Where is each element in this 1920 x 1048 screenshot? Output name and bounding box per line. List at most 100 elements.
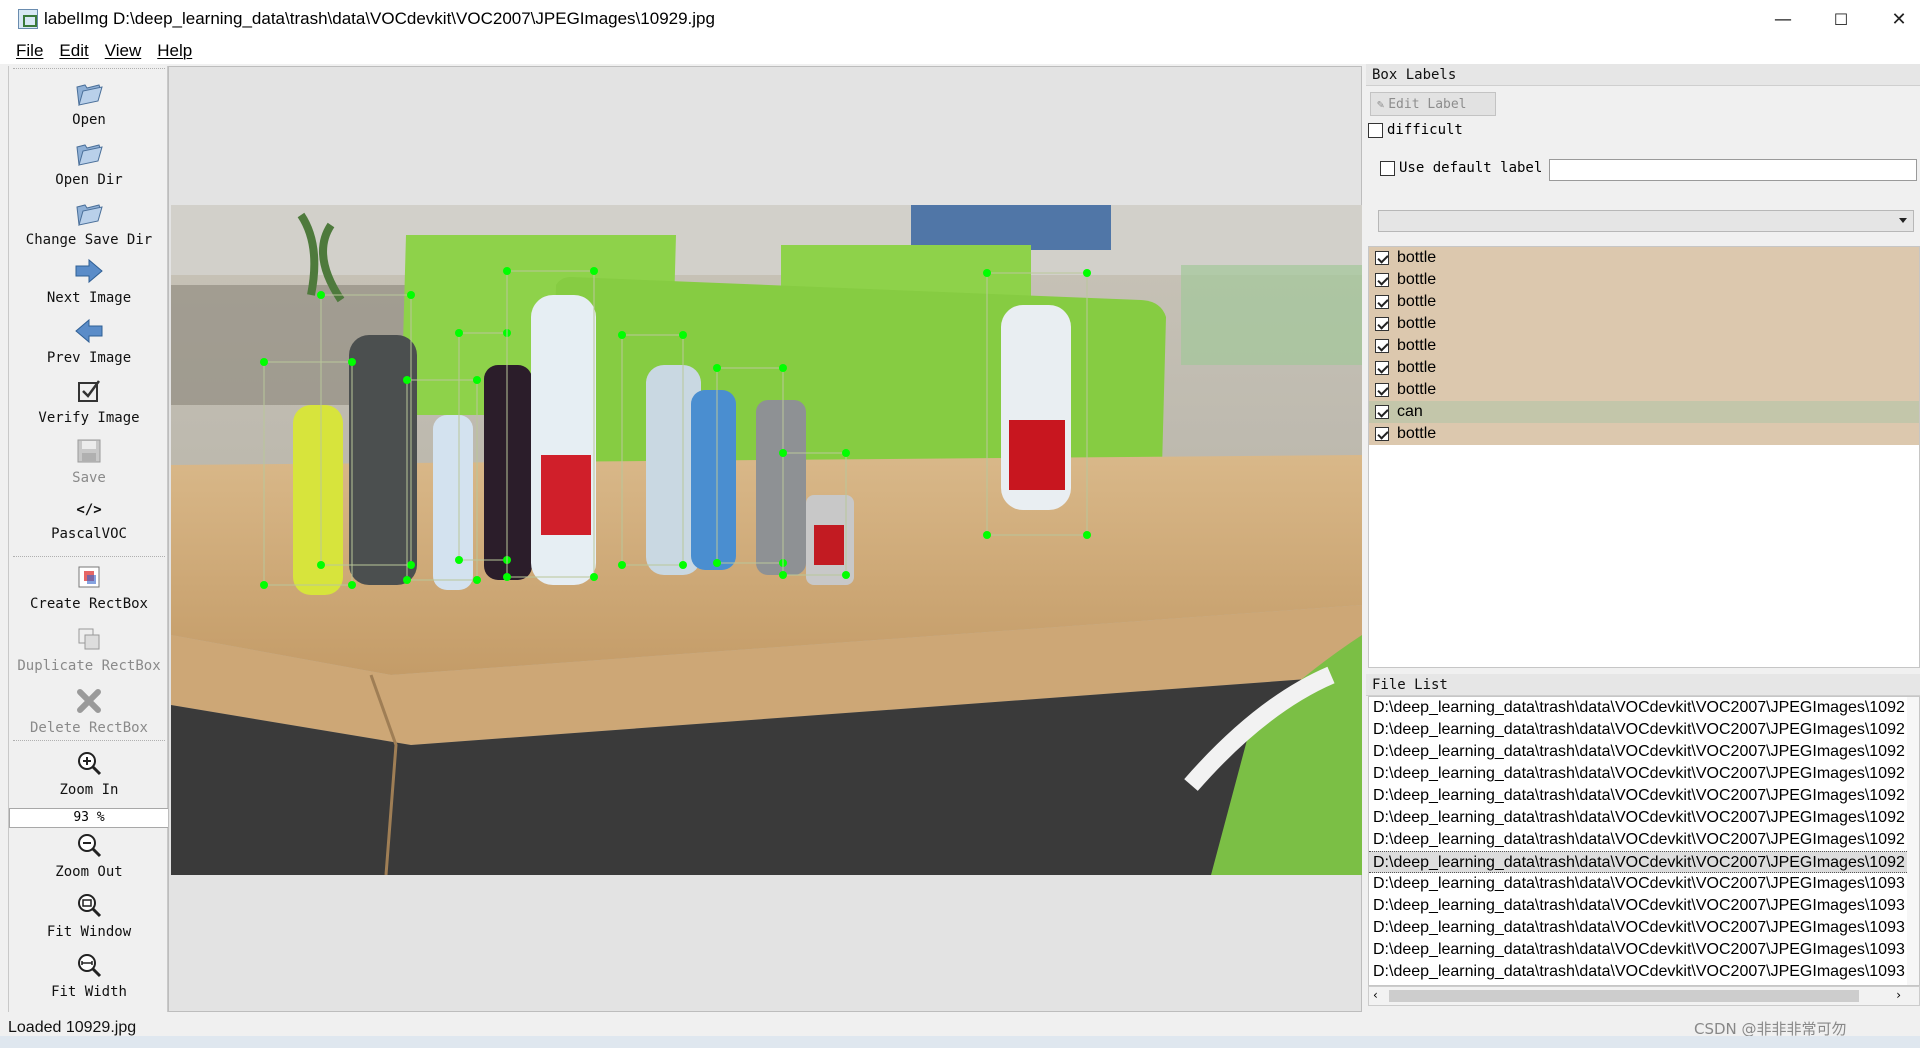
file-list-vertical-scrollbar[interactable] (1907, 697, 1919, 985)
label-list-item[interactable]: bottle (1369, 335, 1919, 357)
box-corner-handle[interactable] (403, 576, 411, 584)
scroll-right-icon[interactable]: › (1896, 988, 1901, 1002)
label-visible-checkbox[interactable] (1375, 295, 1389, 309)
maximize-button[interactable]: ☐ (1812, 0, 1870, 38)
box-corner-handle[interactable] (679, 331, 687, 339)
label-visible-checkbox[interactable] (1375, 361, 1389, 375)
label-list-item[interactable]: bottle (1369, 247, 1919, 269)
box-corner-handle[interactable] (983, 269, 991, 277)
file-list-item[interactable]: D:\deep_learning_data\trash\data\VOCdevk… (1369, 873, 1919, 895)
fit-width-button[interactable]: Fit Width (9, 950, 169, 1000)
format-pascalvoc-button[interactable]: </> PascalVOC (9, 502, 169, 542)
label-visible-checkbox[interactable] (1375, 339, 1389, 353)
box-corner-handle[interactable] (779, 449, 787, 457)
label-visible-checkbox[interactable] (1375, 251, 1389, 265)
open-button[interactable]: Open (9, 78, 169, 128)
box-corner-handle[interactable] (473, 376, 481, 384)
scroll-left-icon[interactable]: ‹ (1373, 988, 1378, 1002)
bounding-box[interactable] (716, 367, 784, 564)
menu-edit[interactable]: Edit (59, 41, 88, 61)
box-corner-handle[interactable] (713, 364, 721, 372)
box-corner-handle[interactable] (455, 556, 463, 564)
bounding-box[interactable] (621, 334, 684, 566)
change-save-dir-button[interactable]: Change Save Dir (9, 198, 169, 248)
bounding-box[interactable] (458, 332, 508, 561)
box-corner-handle[interactable] (679, 561, 687, 569)
file-list-item[interactable]: D:\deep_learning_data\trash\data\VOCdevk… (1369, 697, 1919, 719)
box-corner-handle[interactable] (455, 329, 463, 337)
box-corner-handle[interactable] (503, 573, 511, 581)
label-list-item[interactable]: bottle (1369, 269, 1919, 291)
file-list-item[interactable]: D:\deep_learning_data\trash\data\VOCdevk… (1369, 807, 1919, 829)
box-corner-handle[interactable] (779, 571, 787, 579)
prev-image-button[interactable]: Prev Image (9, 316, 169, 366)
file-list-item[interactable]: D:\deep_learning_data\trash\data\VOCdevk… (1369, 719, 1919, 741)
label-list-item[interactable]: bottle (1369, 423, 1919, 445)
label-visible-checkbox[interactable] (1375, 427, 1389, 441)
annotation-boxes-layer[interactable] (171, 205, 1362, 875)
duplicate-rectbox-button[interactable]: Duplicate RectBox (9, 624, 169, 674)
bounding-box[interactable] (406, 379, 478, 581)
use-default-label-checkbox[interactable] (1380, 160, 1395, 176)
file-list-item[interactable]: D:\deep_learning_data\trash\data\VOCdevk… (1369, 741, 1919, 763)
create-rectbox-button[interactable]: Create RectBox (9, 562, 169, 612)
label-list-item[interactable]: bottle (1369, 291, 1919, 313)
file-list-item[interactable]: D:\deep_learning_data\trash\data\VOCdevk… (1369, 763, 1919, 785)
save-button[interactable]: Save (9, 436, 169, 486)
menu-help[interactable]: Help (157, 41, 192, 61)
minimize-button[interactable]: — (1754, 0, 1812, 38)
open-dir-button[interactable]: Open Dir (9, 138, 169, 188)
edit-label-button[interactable]: ✎ Edit Label (1370, 92, 1496, 116)
file-list[interactable]: D:\deep_learning_data\trash\data\VOCdevk… (1368, 696, 1920, 986)
file-list-item[interactable]: D:\deep_learning_data\trash\data\VOCdevk… (1369, 939, 1919, 961)
box-corner-handle[interactable] (407, 291, 415, 299)
box-corner-handle[interactable] (713, 559, 721, 567)
bounding-box[interactable] (986, 272, 1088, 536)
difficult-checkbox[interactable] (1368, 122, 1383, 138)
file-list-horizontal-scrollbar[interactable]: ‹ › (1368, 986, 1920, 1006)
default-label-input[interactable] (1549, 159, 1917, 181)
close-button[interactable]: ✕ (1870, 0, 1920, 38)
file-list-item[interactable]: D:\deep_learning_data\trash\data\VOCdevk… (1369, 851, 1919, 873)
next-image-button[interactable]: Next Image (9, 256, 169, 306)
box-corner-handle[interactable] (1083, 269, 1091, 277)
bounding-box[interactable] (506, 270, 595, 578)
label-list-item[interactable]: can (1369, 401, 1919, 423)
box-corner-handle[interactable] (618, 561, 626, 569)
scrollbar-thumb[interactable] (1389, 990, 1859, 1002)
zoom-value-spinbox[interactable]: 93 % (9, 808, 169, 828)
box-corner-handle[interactable] (348, 358, 356, 366)
fit-window-button[interactable]: Fit Window (9, 890, 169, 940)
box-corner-handle[interactable] (842, 571, 850, 579)
label-visible-checkbox[interactable] (1375, 405, 1389, 419)
bounding-box[interactable] (782, 452, 847, 576)
box-corner-handle[interactable] (779, 364, 787, 372)
file-list-item[interactable]: D:\deep_learning_data\trash\data\VOCdevk… (1369, 829, 1919, 851)
box-corner-handle[interactable] (407, 561, 415, 569)
delete-rectbox-button[interactable]: Delete RectBox (9, 686, 169, 736)
box-corner-handle[interactable] (503, 267, 511, 275)
file-list-item[interactable]: D:\deep_learning_data\trash\data\VOCdevk… (1369, 917, 1919, 939)
box-corner-handle[interactable] (842, 449, 850, 457)
label-visible-checkbox[interactable] (1375, 273, 1389, 287)
bounding-box[interactable] (320, 294, 412, 566)
verify-image-button[interactable]: Verify Image (9, 376, 169, 426)
box-corner-handle[interactable] (1083, 531, 1091, 539)
bounding-box[interactable] (263, 361, 353, 586)
zoom-out-button[interactable]: Zoom Out (9, 830, 169, 880)
box-corner-handle[interactable] (590, 267, 598, 275)
annotated-photo[interactable] (171, 205, 1362, 875)
menu-file[interactable]: File (16, 41, 43, 61)
box-corner-handle[interactable] (348, 581, 356, 589)
box-corner-handle[interactable] (317, 561, 325, 569)
label-visible-checkbox[interactable] (1375, 383, 1389, 397)
file-list-item[interactable]: D:\deep_learning_data\trash\data\VOCdevk… (1369, 785, 1919, 807)
zoom-in-button[interactable]: Zoom In (9, 748, 169, 798)
box-corner-handle[interactable] (260, 358, 268, 366)
menu-view[interactable]: View (105, 41, 142, 61)
file-list-item[interactable]: D:\deep_learning_data\trash\data\VOCdevk… (1369, 961, 1919, 983)
label-visible-checkbox[interactable] (1375, 317, 1389, 331)
label-combobox[interactable] (1378, 210, 1914, 232)
box-labels-list[interactable]: bottle bottle bottle bottle bottle bottle bott… (1368, 246, 1920, 668)
box-corner-handle[interactable] (618, 331, 626, 339)
